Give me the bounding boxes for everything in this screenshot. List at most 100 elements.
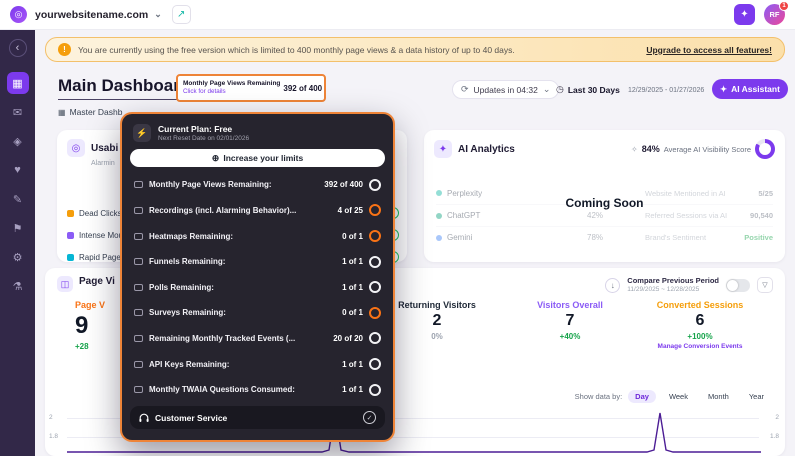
monitor-icon: [134, 181, 143, 188]
progress-ring: [369, 332, 381, 344]
increase-limits-button[interactable]: ⊕ Increase your limits: [130, 149, 385, 167]
sidebar-item-settings[interactable]: ⚙: [7, 246, 29, 268]
ai-card-icon: ✦: [434, 140, 452, 158]
ai-engine-pct: 78%: [587, 233, 645, 242]
date-range-selector[interactable]: ◷ Last 30 Days: [556, 84, 620, 95]
filter-button[interactable]: ▽: [757, 277, 773, 293]
avatar-initials: RF: [770, 10, 780, 19]
sidebar-collapse-button[interactable]: ‹: [9, 39, 27, 57]
settings-icon: ⚙: [13, 251, 23, 264]
y-axis-label-right: 1.8: [770, 433, 779, 440]
limit-row-heatmaps[interactable]: Heatmaps Remaining: 0 of 1: [130, 223, 385, 249]
limit-label: Monthly Page Views Remaining:: [149, 180, 318, 189]
ai-analytics-card: ✦ AI Analytics ✧ 84% Average AI Visibili…: [424, 130, 785, 262]
poll-icon: [134, 284, 143, 291]
updates-label: Updates in 04:32: [474, 85, 538, 95]
limit-row-api-keys[interactable]: API Keys Remaining: 1 of 1: [130, 351, 385, 377]
sidebar-item-dashboards[interactable]: ▦: [7, 72, 29, 94]
sidebar-item-surveys[interactable]: ⚑: [7, 217, 29, 239]
key-icon: [134, 361, 143, 368]
y-axis-label-left: 2: [49, 414, 53, 421]
progress-ring: [369, 281, 381, 293]
sidebar-item-recordings[interactable]: ✉: [7, 101, 29, 123]
limit-row-surveys[interactable]: Surveys Remaining: 0 of 1: [130, 300, 385, 326]
popover-header: ⚡ Current Plan: Free Next Reset Date on …: [130, 122, 385, 149]
ai-card-title: AI Analytics: [458, 144, 515, 155]
period-month[interactable]: Month: [701, 390, 736, 403]
headset-icon: [139, 413, 149, 423]
limit-row-twaia-questions[interactable]: Monthly TWAIA Questions Consumed: 1 of 1: [130, 377, 385, 403]
ai-assistant-button[interactable]: ✦ AI Assistant: [712, 79, 788, 99]
updates-dropdown[interactable]: ⟳ Updates in 04:32 ⌄: [452, 80, 559, 99]
progress-ring: [369, 358, 381, 370]
pageviews-details-link[interactable]: Click for details: [183, 88, 280, 96]
upgrade-link[interactable]: Upgrade to access all features!: [646, 45, 772, 55]
metric-delta: +40%: [560, 332, 581, 341]
toggle-knob: [727, 280, 738, 291]
site-selector[interactable]: yourwebsitename.com ⌄: [35, 9, 162, 21]
notification-badge: 1: [779, 1, 789, 11]
limit-label: Polls Remaining:: [149, 283, 336, 292]
customer-service-row[interactable]: Customer Service ✓: [130, 406, 385, 429]
compare-label: Compare Previous Period: [627, 276, 719, 286]
dead-clicks-icon: [67, 210, 74, 217]
chatgpt-icon: [436, 213, 442, 219]
metric-converted-sessions: Converted Sessions 6 +100% Manage Conver…: [657, 300, 744, 350]
ai-icon: ✦: [720, 84, 727, 95]
sidebar-item-usability[interactable]: ♥: [7, 159, 29, 181]
limit-row-tracked-events[interactable]: Remaining Monthly Tracked Events (... 20…: [130, 326, 385, 352]
sidebar-item-polls[interactable]: ✎: [7, 188, 29, 210]
pageviews-text: Monthly Page Views Remaining Click for d…: [183, 80, 280, 96]
ai-metric-label: Brand's Sentiment: [645, 233, 727, 242]
download-icon[interactable]: ↓: [605, 278, 620, 293]
tab-master-dashboard[interactable]: ▦ Master Dashb: [58, 107, 122, 117]
next-reset-label: Next Reset Date on 02/01/2026: [158, 135, 249, 142]
chevron-down-icon: ⌄: [543, 84, 551, 95]
progress-ring: [369, 179, 381, 191]
y-axis-label-left: 1.8: [49, 433, 58, 440]
plan-limits-popover: ⚡ Current Plan: Free Next Reset Date on …: [120, 112, 395, 442]
limit-label: Surveys Remaining:: [149, 308, 336, 317]
collapse-icon: ‹: [16, 43, 20, 54]
metric-label: Converted Sessions: [657, 300, 744, 310]
period-year[interactable]: Year: [742, 390, 771, 403]
sidebar-item-heatmaps[interactable]: ◈: [7, 130, 29, 152]
limit-row-pageviews[interactable]: Monthly Page Views Remaining: 392 of 400: [130, 172, 385, 198]
tab-label: Master Dashb: [70, 107, 123, 117]
progress-ring: [369, 384, 381, 396]
recordings-icon: ✉: [13, 106, 22, 119]
limit-value: 1 of 1: [342, 283, 363, 292]
limit-row-recordings[interactable]: Recordings (incl. Alarming Behavior)... …: [130, 198, 385, 224]
limit-label: Recordings (incl. Alarming Behavior)...: [149, 206, 332, 215]
compare-toggle[interactable]: [726, 279, 750, 292]
avatar[interactable]: RF 1: [764, 4, 785, 25]
sidebar-item-labs[interactable]: ⚗: [7, 275, 29, 297]
usability-icon: ♥: [14, 164, 21, 176]
intense-mouse-icon: [67, 232, 74, 239]
surveys-icon: ⚑: [13, 222, 23, 235]
metric-label: Visitors Overall: [537, 300, 603, 310]
logo-icon: ◎: [15, 9, 23, 20]
period-week[interactable]: Week: [662, 390, 695, 403]
pageviews-remaining-box[interactable]: Monthly Page Views Remaining Click for d…: [176, 74, 326, 102]
grid-icon: ▦: [58, 108, 66, 117]
chat-icon: [134, 386, 143, 393]
usability-row-label: Dead Clicks: [79, 209, 122, 218]
limit-row-funnels[interactable]: Funnels Remaining: 1 of 1: [130, 249, 385, 275]
video-icon: [134, 207, 143, 214]
metric-value: 2: [433, 312, 442, 330]
metric-value: 6: [696, 312, 705, 330]
quick-actions-button[interactable]: ✦: [734, 4, 755, 25]
limit-row-polls[interactable]: Polls Remaining: 1 of 1: [130, 274, 385, 300]
show-data-by-label: Show data by:: [575, 392, 623, 401]
manage-conversion-events-link[interactable]: Manage Conversion Events: [658, 343, 743, 350]
survey-icon: [134, 309, 143, 316]
period-day[interactable]: Day: [628, 390, 656, 403]
dashboards-icon: ▦: [12, 77, 22, 90]
heatmap-icon: [134, 233, 143, 240]
metric-label: Page V: [75, 300, 105, 310]
open-site-button[interactable]: ↗: [172, 5, 191, 24]
limit-label: API Keys Remaining:: [149, 360, 336, 369]
ai-score-label: Average AI Visibility Score: [664, 145, 751, 154]
metric-value: 7: [566, 312, 575, 330]
